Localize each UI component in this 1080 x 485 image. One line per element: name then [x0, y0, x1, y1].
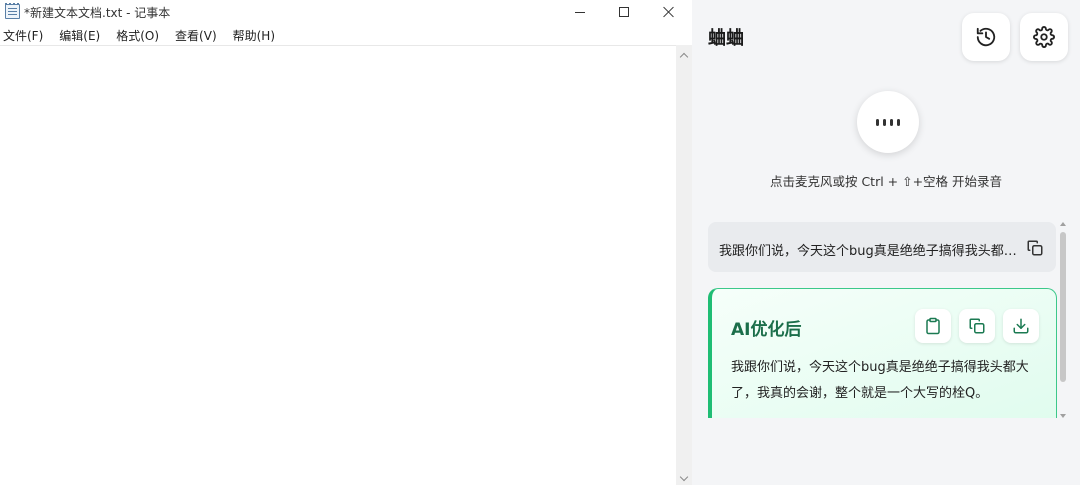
notepad-window-title: *新建文本文档.txt - 记事本 — [24, 6, 171, 20]
raw-transcript-text: 我跟你们说，今天这个bug真是绝绝子搞得我头都大了，我真的会谢 — [719, 244, 1019, 259]
history-icon — [976, 27, 996, 47]
menu-help[interactable]: 帮助(H) — [230, 25, 275, 45]
ai-optimized-text: 我跟你们说，今天这个bug真是绝绝子搞得我头都大了，我真的会谢，整个就是一个大写… — [731, 360, 1029, 401]
ai-optimized-title: AI优化后 — [731, 320, 802, 340]
gear-icon — [1033, 26, 1055, 48]
clipboard-icon — [926, 317, 940, 335]
scroll-up-arrow-icon[interactable] — [1060, 222, 1066, 226]
notepad-window: *新建文本文档.txt - 记事本 文件(F) 编辑(E) 格式(O) 查看(V… — [0, 0, 692, 485]
download-button[interactable] — [1003, 309, 1039, 343]
menu-format[interactable]: 格式(O) — [113, 25, 159, 45]
paste-button[interactable] — [915, 309, 951, 343]
copy-button[interactable] — [959, 309, 995, 343]
microphone-icon — [876, 118, 900, 126]
menu-file[interactable]: 文件(F) — [0, 25, 43, 45]
notepad-menubar: 文件(F) 编辑(E) 格式(O) 查看(V) 帮助(H) — [0, 25, 288, 45]
scrollbar-thumb[interactable] — [1060, 232, 1066, 382]
app-title: 蛐蛐 — [708, 28, 744, 49]
close-button[interactable] — [646, 0, 692, 24]
results-scrollbar[interactable] — [1060, 222, 1066, 418]
maximize-button[interactable] — [601, 0, 647, 24]
raw-transcript-card: 我跟你们说，今天这个bug真是绝绝子搞得我头都大了，我真的会谢 — [708, 222, 1056, 272]
microphone-record-button[interactable] — [857, 91, 919, 153]
menu-view[interactable]: 查看(V) — [172, 25, 217, 45]
notepad-vertical-scrollbar[interactable] — [676, 45, 692, 485]
voice-input-panel: 蛐蛐 点击麦克风或按 Ctrl + ⇧+空格 开始录音 我跟你们说，今天这个bu… — [692, 0, 1080, 485]
settings-button[interactable] — [1020, 13, 1068, 61]
minimize-button[interactable] — [557, 0, 603, 24]
copy-icon — [969, 318, 985, 334]
history-button[interactable] — [962, 13, 1010, 61]
maximize-icon — [619, 7, 629, 17]
download-icon — [1013, 318, 1029, 334]
copy-icon[interactable] — [1026, 239, 1044, 257]
ai-optimized-card: AI优化后 我跟你们说，今天这个bug真是绝绝子搞得我头都大了，我真的会谢，整个… — [708, 288, 1057, 418]
menu-edit[interactable]: 编辑(E) — [56, 25, 100, 45]
scroll-up-arrow-icon[interactable] — [679, 52, 689, 62]
scroll-down-arrow-icon[interactable] — [679, 472, 689, 482]
notepad-app-icon — [5, 3, 20, 19]
record-hint: 点击麦克风或按 Ctrl + ⇧+空格 开始录音 — [769, 174, 1003, 189]
notepad-text-area[interactable] — [0, 45, 676, 485]
notepad-titlebar[interactable]: *新建文本文档.txt - 记事本 — [0, 0, 692, 24]
minimize-icon — [575, 11, 585, 13]
scroll-down-arrow-icon[interactable] — [1060, 414, 1066, 418]
transcription-results[interactable]: 我跟你们说，今天这个bug真是绝绝子搞得我头都大了，我真的会谢 AI优化后 — [708, 220, 1068, 418]
close-icon — [663, 6, 675, 18]
